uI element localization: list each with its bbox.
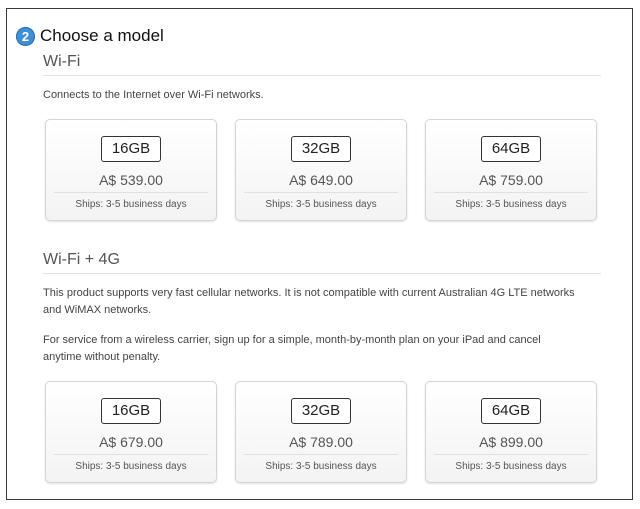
description-line: This product supports very fast cellular… [43, 287, 575, 299]
description-line: and WiMAX networks. [43, 304, 152, 316]
capacity-label: 64GB [480, 398, 542, 424]
wifi-16gb-option[interactable]: 16GB A$ 539.00 Ships: 3-5 business days [45, 119, 217, 221]
capacity-label: 16GB [100, 136, 162, 162]
price-label: A$ 759.00 [479, 172, 543, 188]
wifi-64gb-option[interactable]: 64GB A$ 759.00 Ships: 3-5 business days [425, 119, 597, 221]
wifi-4g-divider [43, 273, 601, 274]
step-title: Choose a model [40, 26, 164, 45]
wifi-32gb-option[interactable]: 32GB A$ 649.00 Ships: 3-5 business days [235, 119, 407, 221]
carrier-note-line: For service from a wireless carrier, sig… [43, 334, 541, 346]
shipping-label: Ships: 3-5 business days [244, 192, 398, 210]
price-label: A$ 789.00 [289, 434, 353, 450]
wifi-4g-description: This product supports very fast cellular… [43, 285, 613, 319]
wifi-description: Connects to the Internet over Wi-Fi netw… [43, 89, 264, 101]
price-label: A$ 539.00 [99, 172, 163, 188]
step-number-badge: 2 [16, 27, 35, 46]
shipping-label: Ships: 3-5 business days [54, 454, 208, 472]
carrier-note-line: anytime without penalty. [43, 351, 161, 363]
wifi-4g-64gb-option[interactable]: 64GB A$ 899.00 Ships: 3-5 business days [425, 381, 597, 483]
wifi-4g-section-heading: Wi-Fi + 4G [43, 251, 120, 268]
capacity-label: 32GB [290, 136, 352, 162]
price-label: A$ 649.00 [289, 172, 353, 188]
price-label: A$ 899.00 [479, 434, 543, 450]
price-label: A$ 679.00 [99, 434, 163, 450]
shipping-label: Ships: 3-5 business days [244, 454, 398, 472]
wifi-divider [43, 75, 601, 76]
capacity-label: 64GB [480, 136, 542, 162]
capacity-label: 32GB [290, 398, 352, 424]
capacity-label: 16GB [100, 398, 162, 424]
wifi-4g-32gb-option[interactable]: 32GB A$ 789.00 Ships: 3-5 business days [235, 381, 407, 483]
wifi-4g-carrier-note: For service from a wireless carrier, sig… [43, 332, 613, 366]
shipping-label: Ships: 3-5 business days [434, 192, 588, 210]
shipping-label: Ships: 3-5 business days [434, 454, 588, 472]
wifi-4g-16gb-option[interactable]: 16GB A$ 679.00 Ships: 3-5 business days [45, 381, 217, 483]
wifi-section-heading: Wi-Fi [43, 53, 81, 70]
shipping-label: Ships: 3-5 business days [54, 192, 208, 210]
